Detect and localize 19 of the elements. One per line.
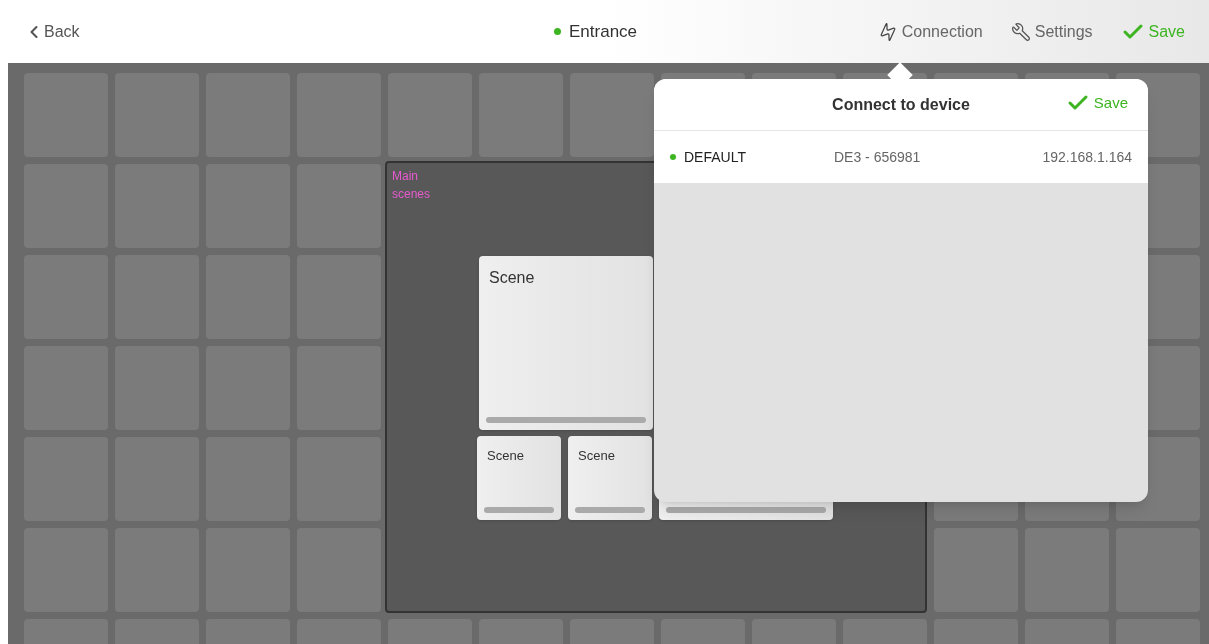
scene-bar — [484, 507, 554, 513]
page-title: Entrance — [569, 20, 638, 43]
scene-title: Scene — [487, 447, 524, 465]
connection-button[interactable]: Connection — [877, 19, 983, 44]
device-row[interactable]: DEFAULT DE3 - 656981 192.168.1.164 — [654, 131, 1148, 183]
device-address: 192.168.1.164 — [1042, 147, 1132, 167]
wrench-icon — [1010, 21, 1031, 42]
device-id: DE3 - 656981 — [834, 147, 922, 167]
settings-button[interactable]: Settings — [1010, 19, 1093, 44]
scene-title: Scene — [489, 268, 535, 288]
back-button[interactable]: Back — [24, 19, 324, 44]
scene-card[interactable]: Scene — [479, 256, 653, 430]
group-title: Main scenes — [392, 168, 432, 203]
scene-card[interactable]: Scene — [568, 436, 652, 520]
scene-card[interactable]: Scene — [477, 436, 561, 520]
popover-title: Connect to device — [832, 94, 970, 115]
scene-bar — [575, 507, 645, 513]
device-name: DEFAULT — [684, 147, 747, 167]
scene-title: Scene — [578, 447, 615, 465]
